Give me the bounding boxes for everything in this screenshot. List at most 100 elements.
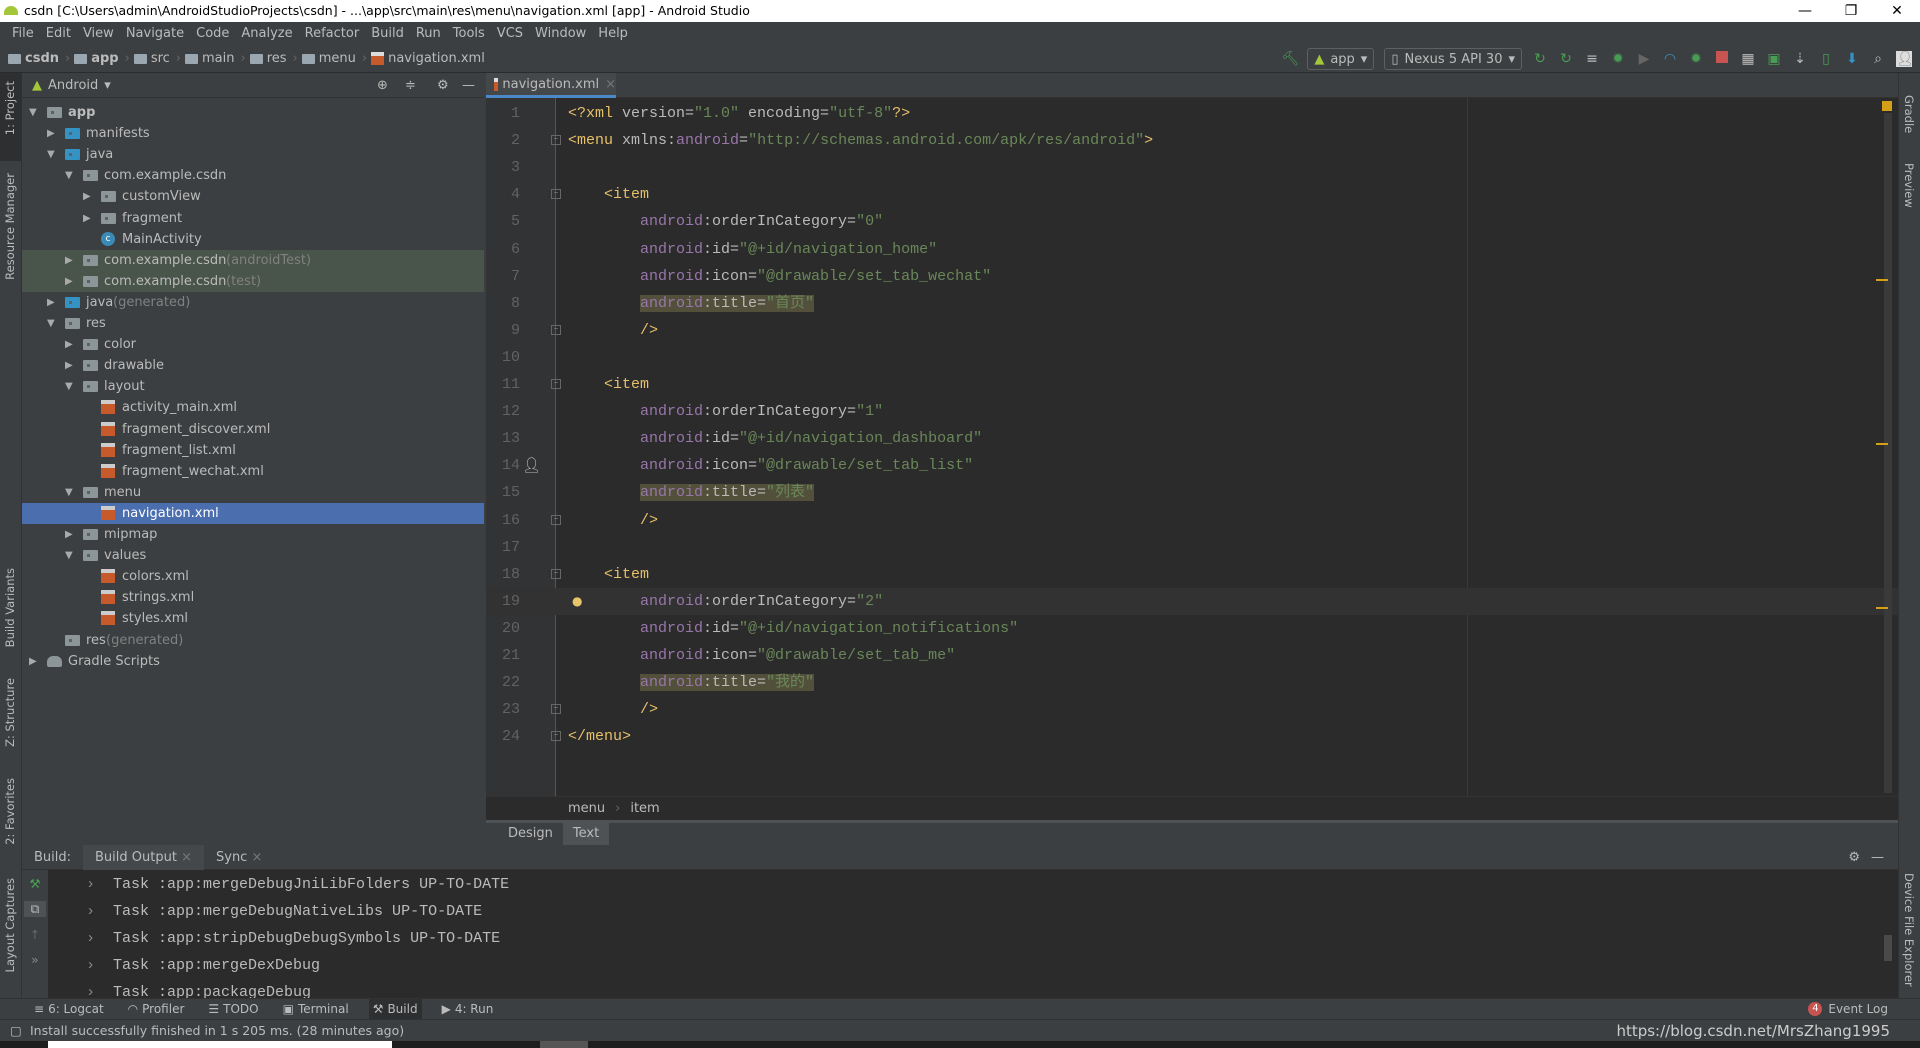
- expand-closed-icon[interactable]: ▶: [65, 524, 73, 545]
- menu-file[interactable]: File: [6, 22, 40, 45]
- sync-gradle-icon[interactable]: ⇣: [1792, 51, 1808, 67]
- tab-build-output[interactable]: Build Output ×: [83, 844, 204, 870]
- chevron-right-icon[interactable]: ›: [86, 876, 113, 893]
- expand-open-icon[interactable]: ▼: [65, 376, 73, 397]
- tree-item[interactable]: ▶ mipmap: [22, 524, 484, 545]
- tree-item[interactable]: fragment_wechat.xml: [22, 461, 484, 482]
- menu-code[interactable]: Code: [190, 22, 235, 45]
- expand-closed-icon[interactable]: ▶: [47, 292, 55, 313]
- expand-closed-icon[interactable]: ▶: [29, 651, 37, 672]
- code-line[interactable]: 18 − <item: [486, 561, 1898, 588]
- tree-item[interactable]: ▶ java (generated): [22, 292, 484, 313]
- tree-item[interactable]: ▼ com.example.csdn: [22, 165, 484, 186]
- chevron-right-icon[interactable]: ›: [86, 957, 113, 974]
- menu-build[interactable]: Build: [365, 22, 410, 45]
- tree-item[interactable]: ▶ com.example.csdn (test): [22, 270, 484, 292]
- profile-icon[interactable]: ◠: [1662, 51, 1678, 67]
- build-output-line[interactable]: › Task :app:mergeDexDebug: [86, 952, 320, 979]
- tree-item[interactable]: fragment_discover.xml: [22, 419, 484, 440]
- restore-button[interactable]: ❐: [1828, 0, 1874, 22]
- tool-build[interactable]: ⚒ Build: [368, 998, 422, 1020]
- tool-build-variants[interactable]: Build Variants: [3, 568, 17, 647]
- up-arrow-icon[interactable]: ↑: [22, 927, 48, 942]
- code-line[interactable]: 3: [486, 154, 1898, 181]
- tree-item[interactable]: ▼ layout: [22, 376, 484, 397]
- tree-item[interactable]: ▼ menu: [22, 482, 484, 503]
- gear-icon[interactable]: ⚙: [1848, 850, 1860, 865]
- breadcrumb-item[interactable]: menu ›: [301, 51, 367, 66]
- hammer-icon[interactable]: ⚒: [22, 876, 48, 891]
- menu-window[interactable]: Window: [529, 22, 592, 45]
- tree-item[interactable]: activity_main.xml: [22, 397, 484, 418]
- chevron-right-icon[interactable]: ›: [86, 930, 113, 947]
- breadcrumb-item[interactable]: main ›: [185, 51, 246, 66]
- event-log-button[interactable]: 4 Event Log: [1808, 998, 1888, 1019]
- tool-gradle[interactable]: Gradle: [1902, 95, 1916, 133]
- breadcrumb-item[interactable]: app ›: [74, 51, 130, 66]
- attach-icon[interactable]: ≡: [1584, 51, 1600, 67]
- debug-icon[interactable]: ✹: [1610, 51, 1626, 67]
- avd-manager-icon[interactable]: ▯: [1818, 51, 1834, 67]
- tree-item[interactable]: ▶ manifests: [22, 123, 484, 144]
- tool-run[interactable]: ▶ 4: Run: [438, 999, 498, 1020]
- code-line[interactable]: 17: [486, 534, 1898, 561]
- code-line[interactable]: 19 ● android:orderInCategory="2": [486, 587, 1898, 615]
- menu-view[interactable]: View: [77, 22, 120, 45]
- tree-item[interactable]: colors.xml: [22, 566, 484, 587]
- expand-open-icon[interactable]: ▼: [29, 102, 37, 123]
- tool-device-file-explorer[interactable]: Device File Explorer: [1902, 873, 1916, 987]
- tree-item[interactable]: ▼ java: [22, 144, 484, 165]
- fold-marker-icon[interactable]: −: [551, 189, 561, 200]
- expand-open-icon[interactable]: ▼: [47, 313, 55, 334]
- expand-open-icon[interactable]: ▼: [47, 144, 55, 165]
- code-line[interactable]: 1 <?xml version="1.0" encoding="utf-8"?>: [486, 100, 1898, 127]
- tree-item[interactable]: navigation.xml: [22, 502, 484, 524]
- chevron-right-icon[interactable]: ›: [86, 903, 113, 920]
- collapse-all-icon[interactable]: ≑: [405, 78, 416, 93]
- build-scrollbar[interactable]: [1884, 935, 1892, 961]
- locate-icon[interactable]: ⊕: [377, 78, 388, 93]
- tool-resource-manager[interactable]: Resource Manager: [3, 173, 17, 280]
- code-line[interactable]: 2 − <menu xmlns:android="http://schemas.an…: [486, 127, 1898, 154]
- expand-closed-icon[interactable]: ▶: [65, 250, 73, 271]
- menu-refactor[interactable]: Refactor: [299, 22, 366, 45]
- tools-attribute-icon[interactable]: 👤︎: [522, 452, 541, 479]
- close-button[interactable]: ✕: [1874, 0, 1920, 22]
- project-view-select[interactable]: Android: [48, 78, 98, 93]
- minimize-button[interactable]: —: [1782, 0, 1828, 22]
- code-line[interactable]: 22 android:title="我的": [486, 669, 1898, 696]
- device-select[interactable]: ▯ Nexus 5 API 30 ▾: [1384, 48, 1522, 70]
- more-icon[interactable]: »: [22, 952, 48, 967]
- tool-profiler[interactable]: ◠ Profiler: [124, 999, 189, 1020]
- fold-marker-icon[interactable]: −: [551, 514, 561, 525]
- code-line[interactable]: 21 android:icon="@drawable/set_tab_me": [486, 642, 1898, 669]
- tool-project[interactable]: 1: Project: [3, 81, 17, 135]
- crumb-menu[interactable]: menu: [568, 801, 605, 816]
- hide-icon[interactable]: —: [1871, 850, 1884, 865]
- stop-icon[interactable]: [1714, 51, 1730, 67]
- build-output-line[interactable]: › Task :app:mergeDebugNativeLibs UP-TO-D…: [86, 898, 482, 925]
- tree-item[interactable]: ▼ values: [22, 545, 484, 566]
- code-line[interactable]: 8 android:title="首页": [486, 290, 1898, 317]
- fold-marker-icon[interactable]: −: [551, 704, 561, 715]
- code-line[interactable]: 20 android:id="@+id/navigation_notificat…: [486, 615, 1898, 642]
- tab-sync[interactable]: Sync ×: [204, 845, 274, 870]
- code-line[interactable]: 12 android:orderInCategory="1": [486, 398, 1898, 425]
- tree-item[interactable]: ▶ com.example.csdn (androidTest): [22, 249, 484, 271]
- fold-marker-icon[interactable]: −: [551, 135, 561, 146]
- code-line[interactable]: 10: [486, 344, 1898, 371]
- menu-navigate[interactable]: Navigate: [120, 22, 190, 45]
- code-line[interactable]: 4 − <item: [486, 181, 1898, 208]
- expand-open-icon[interactable]: ▼: [65, 482, 73, 503]
- hide-icon[interactable]: —: [462, 78, 475, 93]
- tree-item[interactable]: ▶ Gradle Scripts: [22, 651, 484, 672]
- tree-item[interactable]: res (generated): [22, 630, 484, 651]
- tool-preview[interactable]: Preview: [1902, 163, 1916, 208]
- code-line[interactable]: 23 − />: [486, 696, 1898, 723]
- code-line[interactable]: 11 − <item: [486, 371, 1898, 398]
- tree-item[interactable]: strings.xml: [22, 587, 484, 608]
- gear-icon[interactable]: ⚙: [437, 78, 449, 93]
- fold-marker-icon[interactable]: −: [551, 379, 561, 389]
- code-line[interactable]: 6 android:id="@+id/navigation_home": [486, 236, 1898, 263]
- fold-marker-icon[interactable]: −: [551, 324, 561, 335]
